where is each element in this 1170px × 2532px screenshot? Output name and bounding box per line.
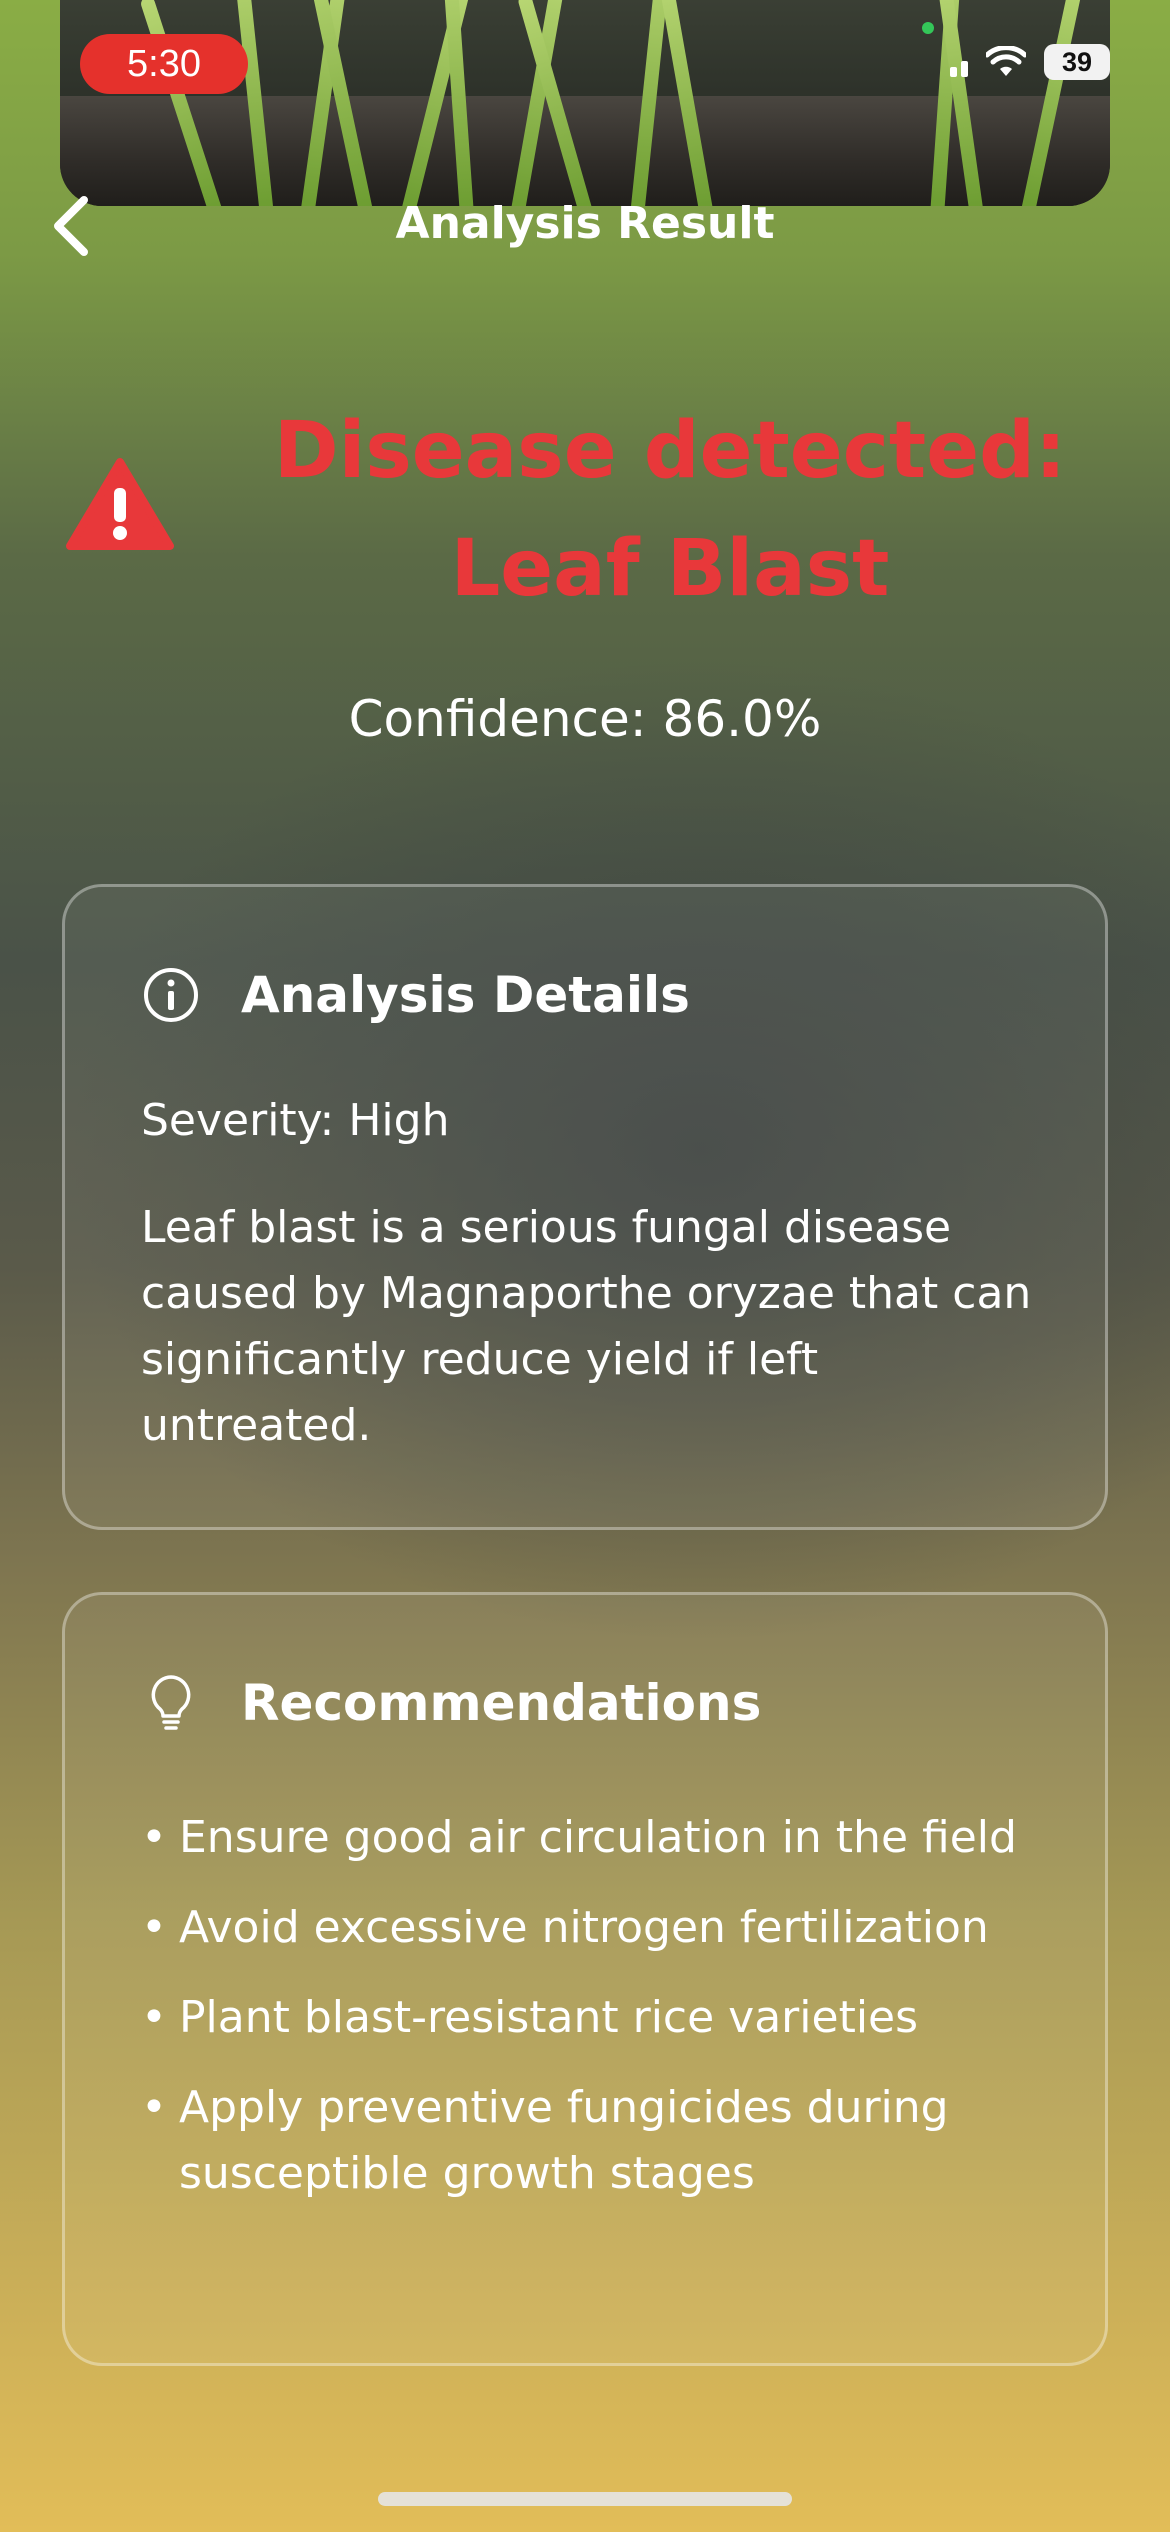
wifi-icon <box>986 46 1026 76</box>
list-item: Avoid excessive nitrogen fertilization <box>141 1895 1071 1961</box>
page-title: Analysis Result <box>395 198 775 249</box>
camera-indicator-dot <box>922 22 934 34</box>
info-circle-icon <box>144 968 198 1022</box>
recommendation-list: Ensure good air circulation in the field… <box>141 1805 1071 2231</box>
list-item: Plant blast-resistant rice varieties <box>141 1985 1071 2051</box>
home-indicator[interactable] <box>378 2492 792 2506</box>
lightbulb-icon <box>151 1675 191 1730</box>
card-title: Recommendations <box>241 1674 762 1732</box>
card-header: Analysis Details <box>141 965 690 1025</box>
recommendations-card: Recommendations Ensure good air circulat… <box>62 1592 1108 2366</box>
disease-description: Leaf blast is a serious fungal disease c… <box>141 1202 1032 1451</box>
card-header: Recommendations <box>141 1673 761 1733</box>
severity-label: Severity: High <box>141 1095 450 1146</box>
analysis-details-card: Analysis Details Severity: High Leaf bla… <box>62 884 1108 1530</box>
battery-icon: 39 <box>1044 44 1110 80</box>
status-time: 5:30 <box>80 34 248 94</box>
crop-photo <box>60 0 1110 206</box>
confidence-value: Confidence: 86.0% <box>348 690 822 748</box>
list-item: Apply preventive fungicides during susce… <box>141 2075 1071 2207</box>
signal-icon <box>950 47 968 77</box>
warning-triangle-icon <box>66 458 174 550</box>
list-item: Ensure good air circulation in the field <box>141 1805 1071 1871</box>
status-icons: 39 <box>950 44 1110 80</box>
card-title: Analysis Details <box>241 966 690 1024</box>
disease-headline: Disease detected: Leaf Blast <box>273 406 1067 614</box>
